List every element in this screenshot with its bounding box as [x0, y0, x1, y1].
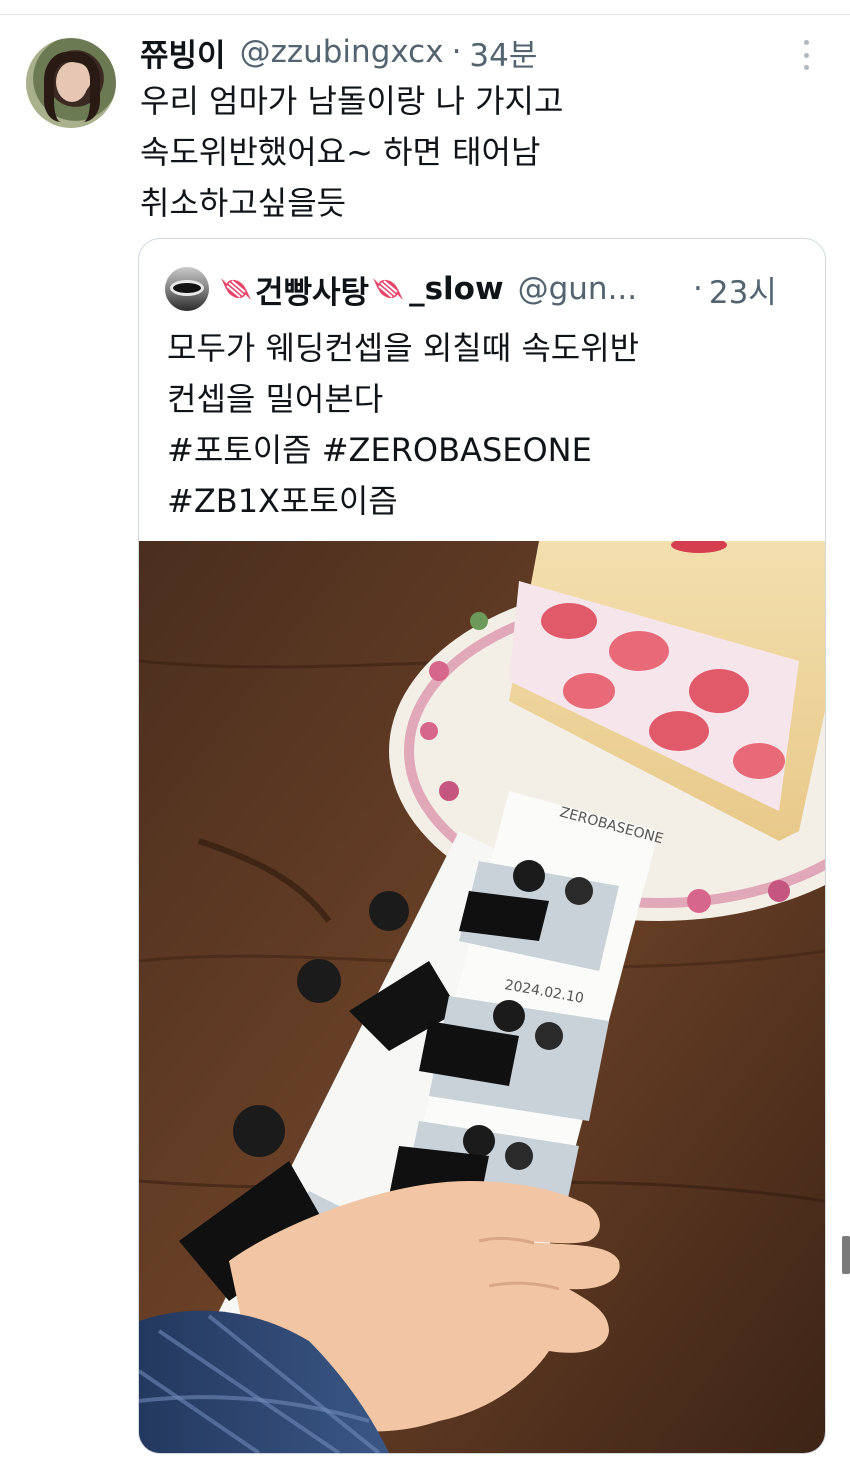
quote-timestamp[interactable]: · 23시 — [693, 267, 777, 311]
avatar-eye — [173, 283, 201, 293]
tweet-text-line: 우리 엄마가 남돌이랑 나 가지고 — [140, 82, 564, 120]
more-dot — [803, 52, 809, 58]
quote-time: 23시 — [708, 274, 777, 311]
quote-text-line: 모두가 웨딩컨셉을 외칠때 속도위반 — [167, 329, 640, 367]
more-vertical-icon[interactable] — [798, 40, 814, 70]
tweet-text-line: 속도위반했어요~ 하면 태어남 — [140, 133, 541, 171]
tweet-text-line: 취소하고싶을듯 — [140, 184, 347, 222]
user-avatar[interactable] — [26, 38, 116, 128]
quote-photo[interactable]: ZEROBASEONE 2024.02.10 — [139, 541, 825, 1453]
hashtag-line[interactable]: #ZB1X포토이즘 — [167, 476, 807, 527]
quote-handle[interactable]: @gun... — [518, 271, 638, 307]
candy-icon — [371, 274, 405, 304]
quote-text: 모두가 웨딩컨셉을 외칠때 속도위반 컨셉을 밀어본다 #포토이즘 #ZEROB… — [167, 323, 807, 527]
more-dot — [803, 65, 809, 70]
tweet-header: 쮸빙이 @zzubingxcx · 34분 — [140, 30, 537, 74]
tweet-timestamp[interactable]: 34분 — [469, 30, 537, 75]
quote-name-suffix[interactable]: _slow — [409, 271, 504, 307]
top-divider — [0, 14, 850, 15]
quote-avatar[interactable] — [165, 267, 209, 311]
candy-icon — [219, 274, 253, 304]
user-handle[interactable]: @zzubingxcx — [240, 34, 444, 70]
tweet-text: 우리 엄마가 남돌이랑 나 가지고 속도위반했어요~ 하면 태어남 취소하고싶을… — [140, 76, 790, 229]
hashtag-line[interactable]: #포토이즘 #ZEROBASEONE — [167, 425, 807, 476]
quote-separator-dot: · — [693, 271, 703, 307]
quote-header: 건빵사탕 _slow @gun... — [165, 267, 637, 311]
avatar-face — [56, 62, 88, 102]
scrollbar-thumb[interactable] — [842, 1236, 850, 1274]
more-dot — [803, 40, 809, 45]
display-name[interactable]: 쮸빙이 — [140, 30, 226, 75]
quote-text-line: 컨셉을 밀어본다 — [167, 380, 384, 418]
quote-tweet-card[interactable]: 건빵사탕 _slow @gun... · 23시 모두가 웨딩컨셉을 외칠때 속… — [138, 238, 826, 1454]
separator-dot: · — [451, 34, 462, 70]
quote-display-name[interactable]: 건빵사탕 — [255, 267, 369, 312]
